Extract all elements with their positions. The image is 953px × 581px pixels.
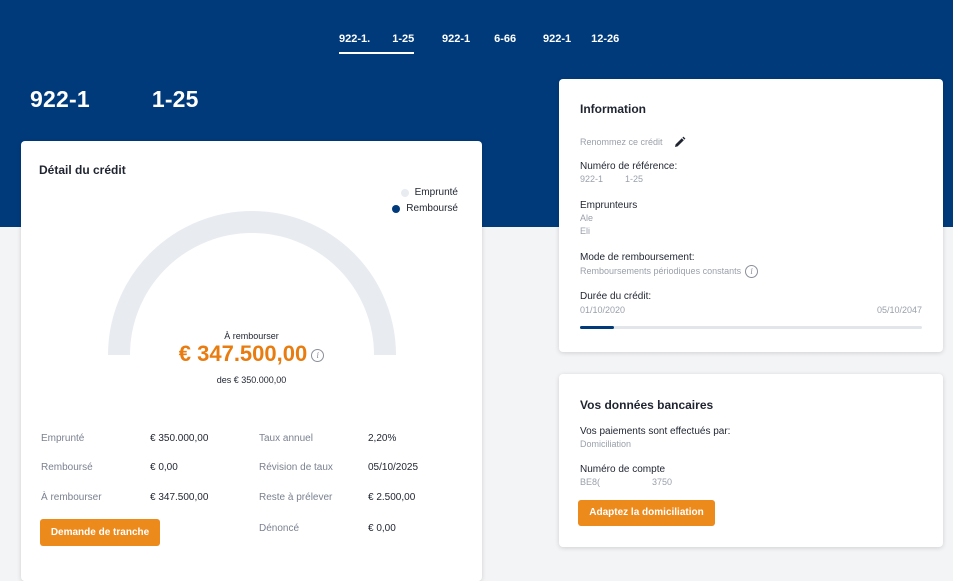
stat-label-to-repay: À rembourser	[41, 492, 102, 503]
legend-repaid: Remboursé	[392, 203, 458, 214]
ref-number-part-b: 1-25	[625, 174, 644, 184]
to-repay-amount: € 347.500,00 i	[21, 341, 482, 367]
duration-label: Durée du crédit:	[580, 291, 652, 302]
page-title-part-b: 1-25	[151, 86, 199, 112]
of-total-label: des € 350.000,00	[216, 375, 287, 385]
ref-number-label: Numéro de référence:	[580, 161, 678, 172]
payments-by-value: Domiciliation	[580, 439, 632, 449]
bank-details-title: Vos données bancaires	[580, 398, 714, 412]
payments-by-label: Vos paiements sont effectués par:	[580, 426, 731, 437]
pencil-icon[interactable]	[673, 136, 686, 149]
tab-credit-2[interactable]: 922-1 6-66	[442, 33, 516, 45]
bank-details-card: Vos données bancaires Vos paiements sont…	[559, 374, 943, 547]
stat-value-remaining-draw: € 2.500,00	[368, 492, 416, 503]
tab-credit-3-label-b: 12-26	[591, 33, 620, 45]
account-number-value: BE8( 3750	[580, 477, 672, 487]
stat-label-repaid: Remboursé	[41, 462, 93, 473]
borrower-1: Ale	[580, 213, 594, 223]
tab-credit-1[interactable]: 922-1. 1-25	[339, 33, 415, 54]
stat-value-annual-rate: 2,20%	[368, 433, 397, 444]
ref-number-part-a: 922-1	[580, 174, 604, 184]
rename-credit-link[interactable]: Renommez ce crédit	[580, 137, 663, 147]
stat-label-borrowed: Emprunté	[41, 433, 85, 444]
page-title: 922-1 1-25	[30, 86, 199, 113]
stat-value-repaid: € 0,00	[150, 462, 178, 473]
duration-progress-track	[580, 326, 922, 329]
credit-detail-title: Détail du crédit	[39, 163, 126, 177]
information-title: Information	[580, 102, 646, 116]
credit-detail-card: Détail du crédit Emprunté Remboursé À re…	[21, 141, 482, 581]
to-repay-label: À rembourser	[224, 331, 279, 341]
page-title-part-a: 922-1	[30, 86, 90, 112]
to-repay-amount-value: € 347.500,00	[178, 341, 308, 366]
legend-borrowed: Emprunté	[400, 187, 458, 198]
tranche-request-button[interactable]: Demande de tranche	[40, 519, 160, 546]
borrower-2: Eli	[580, 226, 591, 236]
account-number-part-b: 3750	[652, 477, 673, 487]
legend-label-borrowed: Emprunté	[414, 187, 458, 198]
tab-credit-2-label-a: 922-1	[442, 33, 471, 45]
stat-label-rate-revision: Révision de taux	[259, 462, 333, 473]
stat-value-denounced: € 0,00	[368, 523, 396, 534]
stat-value-borrowed: € 350.000,00	[150, 433, 209, 444]
borrowers-label: Emprunteurs	[580, 200, 638, 211]
legend-label-repaid: Remboursé	[406, 203, 458, 214]
account-number-label: Numéro de compte	[580, 464, 666, 475]
account-number-part-a: BE8(	[580, 477, 601, 487]
duration-progress-fill	[580, 326, 615, 329]
stat-value-rate-revision: 05/10/2025	[368, 462, 419, 473]
info-icon[interactable]: i	[745, 265, 759, 278]
adapt-direct-debit-button[interactable]: Adaptez la domiciliation	[578, 500, 715, 526]
tab-credit-2-label-b: 6-66	[494, 33, 517, 45]
repayment-mode-value: Remboursements périodiques constants i	[580, 265, 759, 278]
info-icon[interactable]: i	[311, 348, 325, 362]
repayment-mode-text: Remboursements périodiques constants	[580, 265, 742, 276]
duration-start-date: 01/10/2020	[580, 305, 626, 315]
repayment-mode-label: Mode de remboursement:	[580, 252, 695, 263]
tab-credit-3-label-a: 922-1	[543, 33, 572, 45]
credit-tabs: 922-1. 1-25 922-1 6-66 922-1 12-26	[0, 33, 953, 57]
legend-dot-borrowed	[400, 188, 409, 197]
tab-credit-3[interactable]: 922-1 12-26	[543, 33, 619, 45]
tab-credit-1-label-a: 922-1.	[339, 33, 371, 45]
tab-credit-1-label-b: 1-25	[392, 33, 415, 45]
information-card: Information Renommez ce crédit Numéro de…	[559, 79, 943, 352]
duration-end-date: 05/10/2047	[876, 305, 922, 315]
stat-label-denounced: Dénoncé	[259, 523, 300, 534]
stat-label-remaining-draw: Reste à prélever	[259, 492, 333, 503]
ref-number-value: 922-1 1-25	[580, 174, 643, 184]
stat-value-to-repay: € 347.500,00	[150, 492, 209, 503]
stat-label-annual-rate: Taux annuel	[259, 433, 313, 444]
